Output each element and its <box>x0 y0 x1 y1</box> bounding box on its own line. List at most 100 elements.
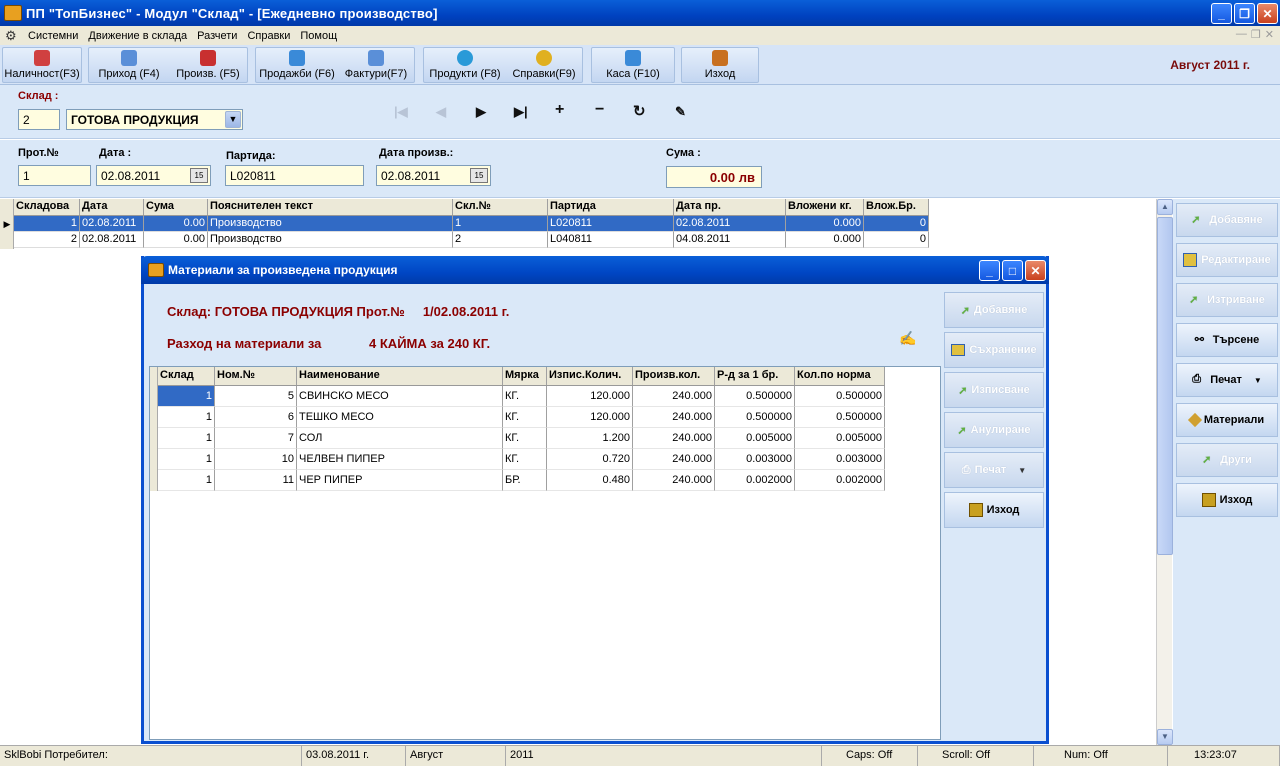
toolbar-group-exit: Изход <box>681 47 759 83</box>
menu-reports[interactable]: Справки <box>242 30 295 42</box>
dialog-exit-button[interactable]: Изход <box>944 492 1044 528</box>
exit-button[interactable]: Изход <box>1176 483 1278 517</box>
col-prod-date[interactable]: Дата пр. <box>674 199 786 215</box>
col-norm-qty[interactable]: Кол.по норма <box>795 367 885 385</box>
mdi-restore-button[interactable]: ❐ <box>1251 28 1261 41</box>
cell: 02.08.2011 <box>80 216 144 232</box>
reports-button[interactable]: Справки(F9) <box>506 48 582 82</box>
dialog-maximize-button[interactable]: □ <box>1002 260 1023 281</box>
app-truck-icon <box>4 5 22 21</box>
col-warehouse-doc[interactable]: Складова <box>14 199 80 215</box>
restore-button[interactable]: ❐ <box>1234 3 1255 24</box>
date-field[interactable]: 02.08.2011 15 <box>96 165 211 186</box>
grid-vertical-scrollbar[interactable]: ▲ ▼ <box>1156 199 1173 745</box>
menu-stock-movement[interactable]: Движение в склада <box>83 30 192 42</box>
col-date[interactable]: Дата <box>80 199 144 215</box>
close-button[interactable]: ✕ <box>1257 3 1278 24</box>
cell: 0.720 <box>547 449 633 470</box>
col-per-unit[interactable]: Р-д за 1 бр. <box>715 367 795 385</box>
nav-prev-button[interactable]: ◀ <box>436 104 446 120</box>
invoices-icon <box>368 50 384 66</box>
dialog-issue-button[interactable]: ➚ Изписване <box>944 372 1044 408</box>
nav-edit-button[interactable]: ✎ <box>675 104 686 120</box>
prot-number-field[interactable]: 1 <box>18 165 91 186</box>
menu-accounts[interactable]: Разчети <box>192 30 242 42</box>
nav-next-button[interactable]: ▶ <box>476 104 486 120</box>
print-button[interactable]: ⎙ Печат ▼ <box>1176 363 1278 397</box>
menu-system[interactable]: Системни <box>23 30 83 42</box>
date-field-value: 02.08.2011 <box>101 169 161 183</box>
stock-button[interactable]: Наличност(F3) <box>3 48 81 82</box>
chevron-down-icon[interactable]: ▼ <box>225 111 241 128</box>
dialog-exit-label: Изход <box>986 504 1020 516</box>
calendar-icon[interactable]: 15 <box>190 168 208 183</box>
mdi-close-button[interactable]: ✕ <box>1265 28 1274 41</box>
menu-help[interactable]: Помощ <box>295 30 342 42</box>
search-button[interactable]: ⚯ Търсене <box>1176 323 1278 357</box>
warehouse-code-field[interactable]: 2 <box>18 109 60 130</box>
add-button[interactable]: ➚ Добавяне <box>1176 203 1278 237</box>
nav-last-button[interactable]: ▶| <box>514 104 528 120</box>
nav-add-button[interactable]: + <box>555 101 564 119</box>
warehouse-select[interactable]: ГОТОВА ПРОДУКЦИЯ ▼ <box>66 109 243 130</box>
mdi-minimize-button[interactable]: — <box>1236 28 1247 41</box>
list-item[interactable]: 1 11 ЧЕР ПИПЕР БР. 0.480 240.000 0.00200… <box>158 470 885 491</box>
edit-pen-icon[interactable]: ✍ <box>899 330 916 347</box>
dialog-minimize-button[interactable]: _ <box>979 260 1000 281</box>
col-warehouse[interactable]: Склад <box>158 367 215 385</box>
list-item[interactable]: 1 10 ЧЕЛВЕН ПИПЕР КГ. 0.720 240.000 0.00… <box>158 449 885 470</box>
col-input-pcs[interactable]: Влож.Бр. <box>864 199 929 215</box>
invoices-button[interactable]: Фактури(F7) <box>338 48 414 82</box>
sales-button[interactable]: Продажби (F6) <box>256 48 338 82</box>
cell: 0.500000 <box>715 386 795 407</box>
list-item[interactable]: 1 5 СВИНСКО МЕСО КГ. 120.000 240.000 0.5… <box>158 386 885 407</box>
status-scroll: Scroll: Off <box>918 746 1034 766</box>
dialog-add-button[interactable]: ➚ Добавяне <box>944 292 1044 328</box>
batch-field[interactable]: L020811 <box>225 165 364 186</box>
col-batch[interactable]: Партида <box>548 199 674 215</box>
gear-icon[interactable]: ⚙ <box>5 28 19 43</box>
list-item[interactable]: 1 6 ТЕШКО МЕСО КГ. 120.000 240.000 0.500… <box>158 407 885 428</box>
materials-button[interactable]: Материали <box>1176 403 1278 437</box>
dialog-close-button[interactable]: ✕ <box>1025 260 1046 281</box>
col-issued-qty[interactable]: Изпис.Колич. <box>547 367 633 385</box>
products-button[interactable]: Продукти (F8) <box>424 48 506 82</box>
production-button[interactable]: Произв. (F5) <box>169 48 247 82</box>
col-unit[interactable]: Мярка <box>503 367 547 385</box>
table-row[interactable]: 2 02.08.2011 0.00 Производство 2 L040811… <box>14 232 929 248</box>
cell: 0.500000 <box>715 407 795 428</box>
cell: 0.002000 <box>795 470 885 491</box>
col-description[interactable]: Пояснителен текст <box>208 199 453 215</box>
col-sum[interactable]: Сума <box>144 199 208 215</box>
nav-remove-button[interactable]: − <box>595 101 604 119</box>
exit-toolbar-button[interactable]: Изход <box>682 48 758 82</box>
col-name[interactable]: Наименование <box>297 367 503 385</box>
scroll-up-icon[interactable]: ▲ <box>1157 199 1173 215</box>
dialog-print-button[interactable]: ⎙ Печат ▼ <box>944 452 1044 488</box>
scroll-thumb[interactable] <box>1157 217 1173 555</box>
cell[interactable]: 1 <box>158 386 215 407</box>
col-item-no[interactable]: Ном.№ <box>215 367 297 385</box>
nav-refresh-button[interactable]: ↻ <box>633 102 646 120</box>
cash-button[interactable]: Каса (F10) <box>592 48 674 82</box>
nav-first-button[interactable]: |◀ <box>394 104 408 120</box>
dialog-save-button[interactable]: Съхранение <box>944 332 1044 368</box>
other-button[interactable]: ➚ Други <box>1176 443 1278 477</box>
dropdown-arrow-icon[interactable]: ▼ <box>1018 466 1026 475</box>
minimize-button[interactable]: _ <box>1211 3 1232 24</box>
col-input-kg[interactable]: Вложени кг. <box>786 199 864 215</box>
table-row[interactable]: 1 02.08.2011 0.00 Производство 1 L020811… <box>14 216 929 232</box>
income-button[interactable]: Приход (F4) <box>89 48 169 82</box>
col-warehouse-no[interactable]: Скл.№ <box>453 199 548 215</box>
list-item[interactable]: 1 7 СОЛ КГ. 1.200 240.000 0.005000 0.005… <box>158 428 885 449</box>
col-produced-qty[interactable]: Произв.кол. <box>633 367 715 385</box>
calendar-icon[interactable]: 15 <box>470 168 488 183</box>
edit-button[interactable]: Редактиране <box>1176 243 1278 277</box>
dropdown-arrow-icon[interactable]: ▼ <box>1254 376 1262 385</box>
delete-button[interactable]: ➚ Изтриване <box>1176 283 1278 317</box>
scroll-down-icon[interactable]: ▼ <box>1157 729 1173 745</box>
cell: ЧЕР ПИПЕР <box>297 470 503 491</box>
prod-date-field[interactable]: 02.08.2011 15 <box>376 165 491 186</box>
dialog-cancel-button[interactable]: ➚ Анулиране <box>944 412 1044 448</box>
documents-grid-header: Складова Дата Сума Пояснителен текст Скл… <box>14 199 929 216</box>
